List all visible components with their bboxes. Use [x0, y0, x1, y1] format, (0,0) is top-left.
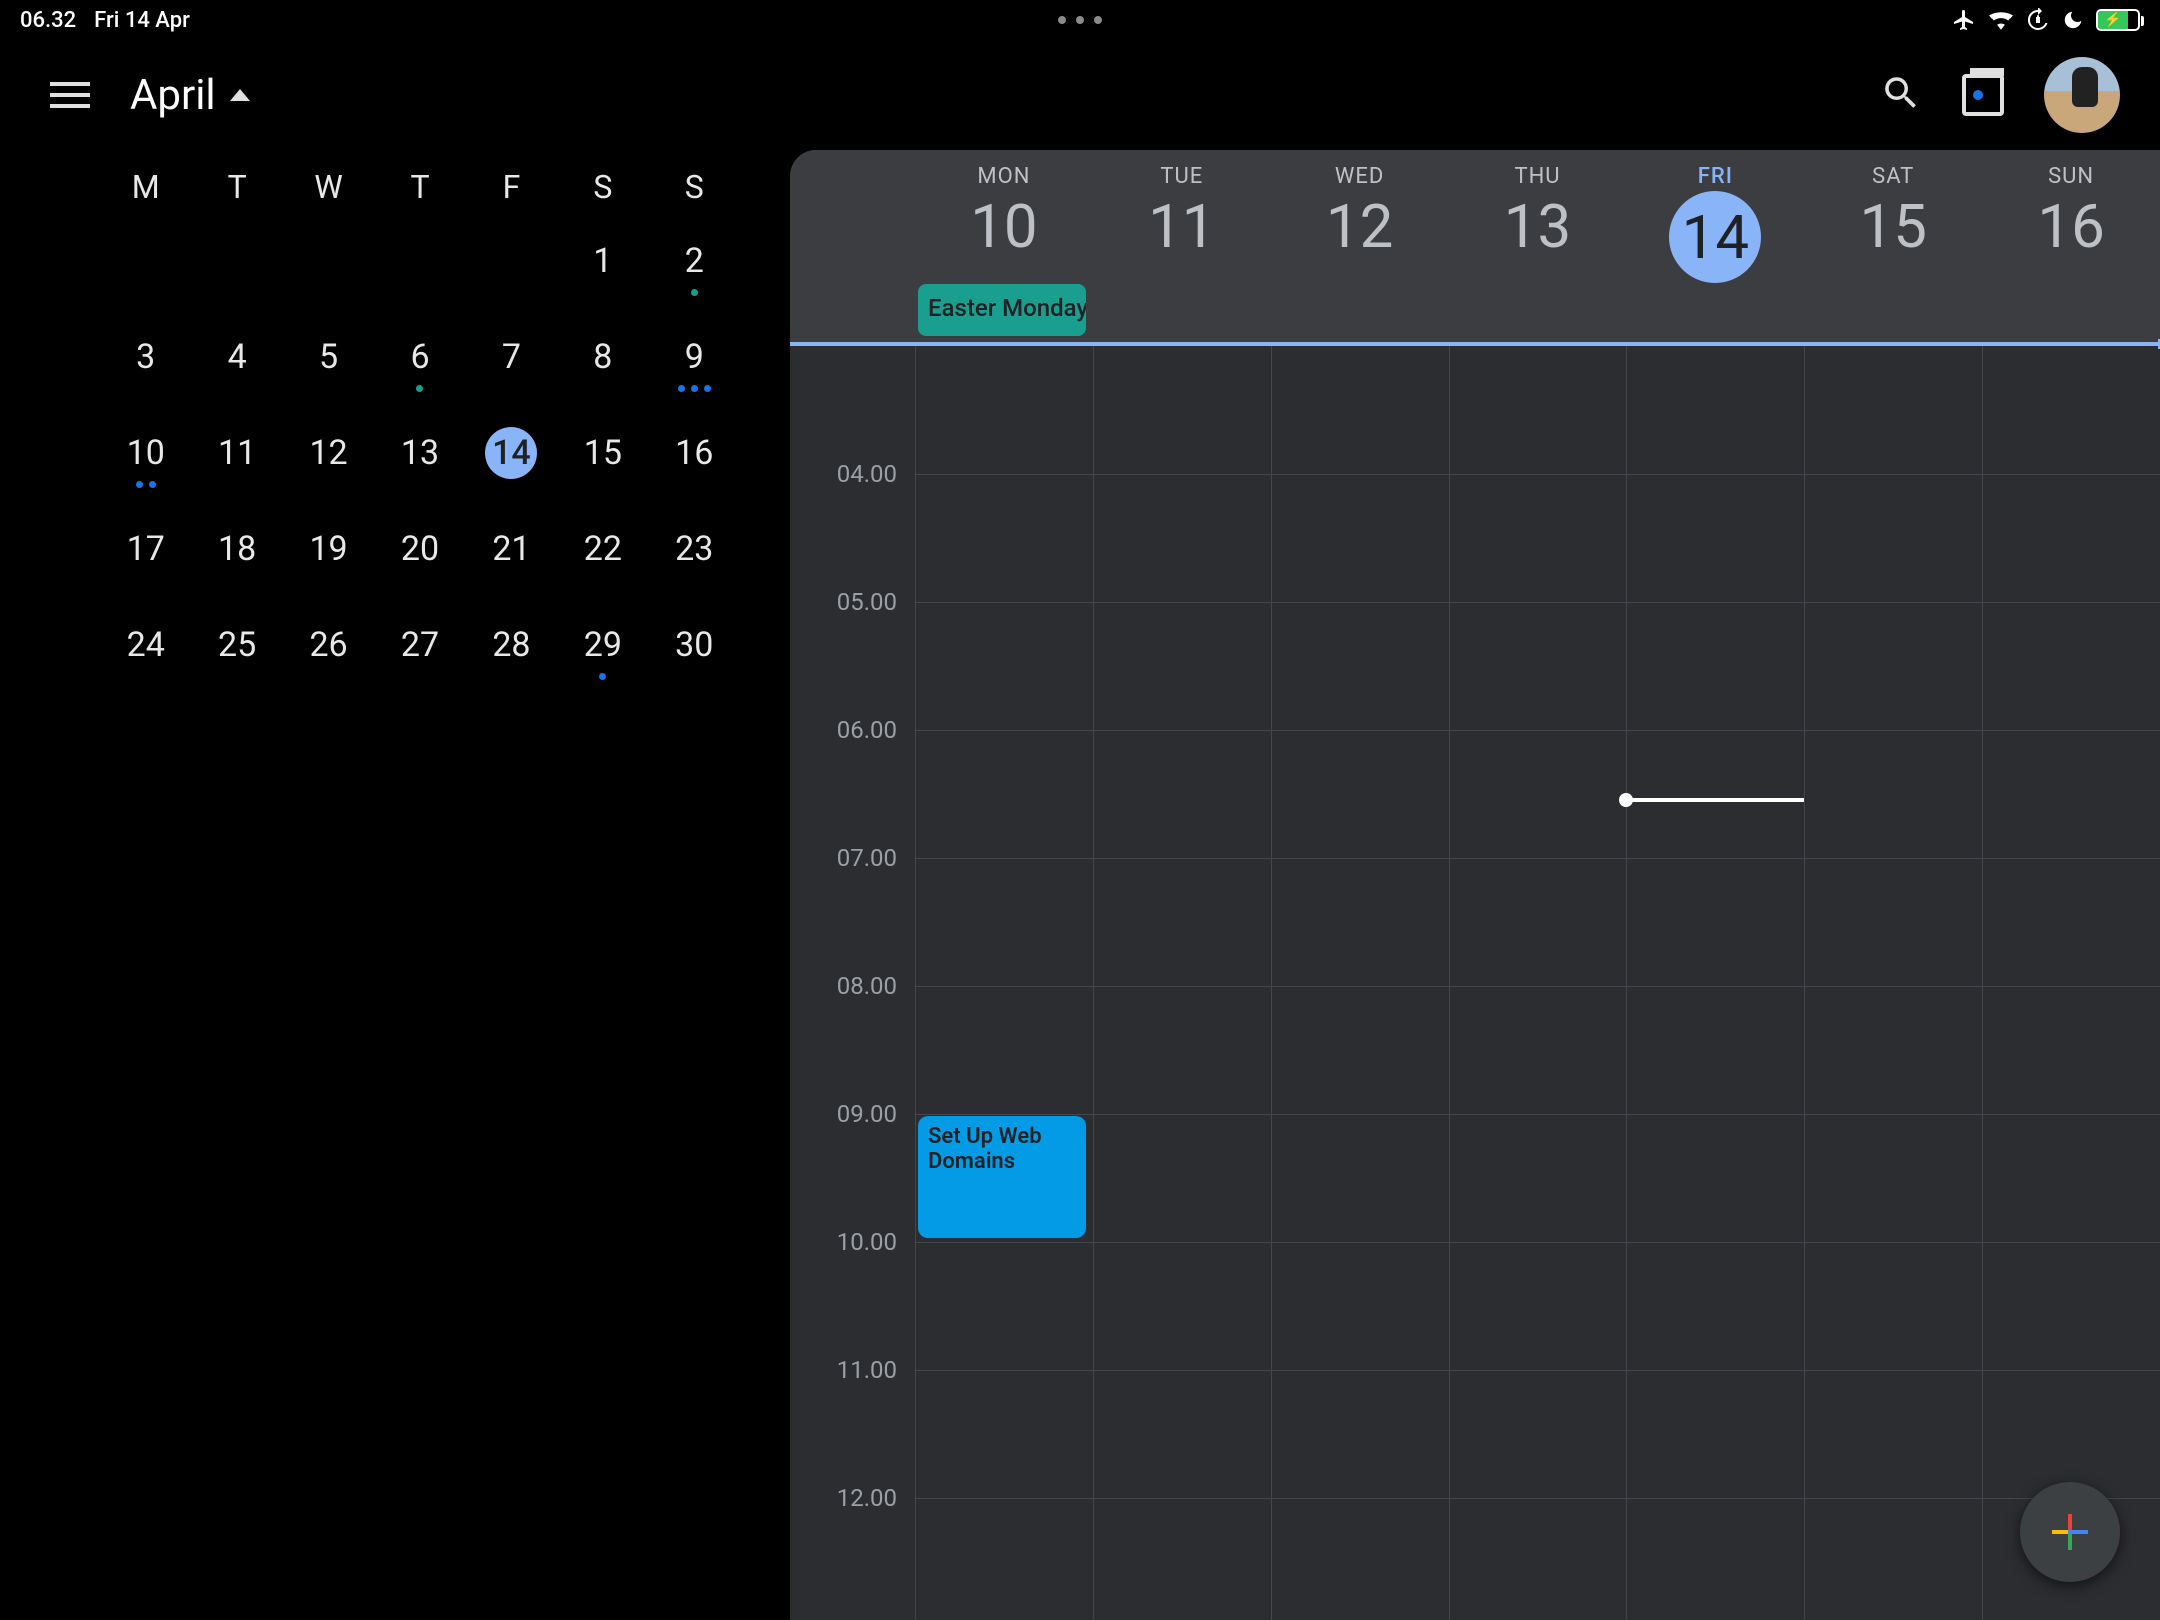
- mini-weekday: T: [374, 168, 465, 206]
- status-date: Fri 14 Apr: [94, 8, 190, 33]
- mini-day[interactable]: 16: [649, 426, 740, 480]
- all-day-row: Easter Monday: [915, 284, 2160, 340]
- week-day-abbr: TUE: [1160, 164, 1203, 189]
- calendar-event[interactable]: Set Up Web Domains: [918, 1116, 1086, 1238]
- mini-day[interactable]: 2: [649, 234, 740, 288]
- mini-day[interactable]: 28: [466, 618, 557, 672]
- month-label: April: [130, 71, 216, 120]
- account-avatar[interactable]: [2044, 57, 2120, 133]
- week-day-number: 15: [1860, 191, 1927, 262]
- mini-weekday: F: [466, 168, 557, 206]
- search-icon: [1880, 72, 1922, 114]
- rotation-lock-icon: [2026, 8, 2050, 32]
- mini-day[interactable]: 13: [374, 426, 465, 480]
- chevron-up-icon: [230, 89, 250, 101]
- week-day-number: 11: [1148, 191, 1215, 262]
- search-button[interactable]: [1880, 72, 1922, 118]
- mini-day[interactable]: 29: [557, 618, 648, 672]
- week-day-abbr: SAT: [1872, 164, 1914, 189]
- mini-day[interactable]: 6: [374, 330, 465, 384]
- status-icons: ⚡: [1952, 7, 2140, 33]
- plus-icon: [2046, 1508, 2094, 1556]
- mini-day[interactable]: 19: [283, 522, 374, 576]
- time-label: 07.00: [837, 844, 897, 872]
- mini-day[interactable]: 4: [191, 330, 282, 384]
- status-time: 06.32: [20, 8, 76, 33]
- mini-day[interactable]: 1: [557, 234, 648, 288]
- all-day-event[interactable]: Easter Monday: [918, 284, 1086, 336]
- time-label: 08.00: [837, 972, 897, 1000]
- mini-day: [191, 234, 282, 288]
- week-day-number: 10: [970, 191, 1037, 262]
- mini-day[interactable]: 21: [466, 522, 557, 576]
- mini-day[interactable]: 9: [649, 330, 740, 384]
- mini-day[interactable]: 22: [557, 522, 648, 576]
- week-day-abbr: MON: [977, 164, 1030, 189]
- status-bar: 06.32 Fri 14 Apr ⚡: [0, 0, 2160, 40]
- time-label: 09.00: [837, 1100, 897, 1128]
- mini-day[interactable]: 17: [100, 522, 191, 576]
- menu-button[interactable]: [50, 82, 90, 108]
- mini-day[interactable]: 8: [557, 330, 648, 384]
- today-button[interactable]: [1962, 74, 2004, 116]
- week-header: MON10 TUE11 WED12 THU13 FRI14 SAT15 SUN16 Easte…: [790, 150, 2160, 346]
- mini-day: [100, 234, 191, 288]
- week-day-abbr: SUN: [2048, 164, 2094, 189]
- time-label: 06.00: [837, 716, 897, 744]
- mini-day[interactable]: 20: [374, 522, 465, 576]
- multitask-dots-icon[interactable]: [1058, 16, 1102, 24]
- month-picker[interactable]: April: [130, 71, 250, 120]
- airplane-icon: [1952, 8, 1976, 32]
- week-day-abbr: THU: [1514, 164, 1560, 189]
- mini-day[interactable]: 30: [649, 618, 740, 672]
- week-grid[interactable]: 04.00 05.00 06.00 07.00 08.00 09.00 10.00 11.00…: [790, 346, 2160, 1620]
- wifi-icon: [1988, 7, 2014, 33]
- mini-day[interactable]: 5: [283, 330, 374, 384]
- mini-day[interactable]: 27: [374, 618, 465, 672]
- week-day-number: 13: [1504, 191, 1571, 262]
- mini-day[interactable]: 26: [283, 618, 374, 672]
- calendar-today-icon: [1962, 74, 2004, 116]
- moon-icon: [2062, 9, 2084, 31]
- week-day-number: 16: [2037, 191, 2104, 262]
- current-time-indicator: [1626, 798, 1804, 802]
- time-label: 04.00: [837, 460, 897, 488]
- week-day-number: 12: [1326, 191, 1393, 262]
- mini-day[interactable]: 7: [466, 330, 557, 384]
- mini-day[interactable]: 12: [283, 426, 374, 480]
- create-event-fab[interactable]: [2020, 1482, 2120, 1582]
- mini-weekday: S: [557, 168, 648, 206]
- time-label: 11.00: [837, 1356, 897, 1384]
- week-day-abbr: FRI: [1698, 164, 1733, 189]
- mini-day[interactable]: 25: [191, 618, 282, 672]
- mini-calendar[interactable]: MTWTFSS 12345678910111213141516171819202…: [0, 150, 790, 1620]
- time-label: 05.00: [837, 588, 897, 616]
- mini-day[interactable]: 10: [100, 426, 191, 480]
- mini-day[interactable]: 14: [466, 426, 557, 480]
- mini-weekday: M: [100, 168, 191, 206]
- mini-day[interactable]: 3: [100, 330, 191, 384]
- mini-day[interactable]: 23: [649, 522, 740, 576]
- week-day-abbr: WED: [1335, 164, 1384, 189]
- time-label: 10.00: [837, 1228, 897, 1256]
- mini-day: [466, 234, 557, 288]
- time-label: 12.00: [837, 1484, 897, 1512]
- mini-day: [283, 234, 374, 288]
- mini-weekday: S: [649, 168, 740, 206]
- mini-weekday: T: [191, 168, 282, 206]
- mini-day[interactable]: 15: [557, 426, 648, 480]
- battery-icon: ⚡: [2096, 9, 2140, 31]
- mini-day[interactable]: 18: [191, 522, 282, 576]
- mini-day: [374, 234, 465, 288]
- app-header: April: [0, 40, 2160, 150]
- mini-day[interactable]: 11: [191, 426, 282, 480]
- week-day-number: 14: [1669, 191, 1761, 283]
- week-view[interactable]: MON10 TUE11 WED12 THU13 FRI14 SAT15 SUN16 Easte…: [790, 150, 2160, 1620]
- mini-day[interactable]: 24: [100, 618, 191, 672]
- mini-weekday: W: [283, 168, 374, 206]
